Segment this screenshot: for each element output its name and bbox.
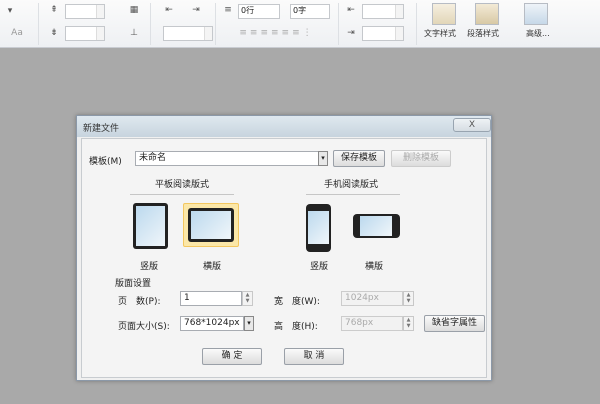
border-icon[interactable]: ⊥ [128,28,140,38]
template-select[interactable]: 未命名 [135,151,319,166]
cancel-button[interactable]: 取 消 [284,348,344,365]
phone-landscape-label: 横版 [365,262,384,272]
spacing-before-input[interactable] [65,4,105,19]
width-input[interactable]: 1024px [341,291,403,306]
spacing-before-icon: ⇞ [50,5,58,15]
width-label: 宽 度(W): [274,297,320,307]
delete-template-button[interactable]: 删除模板 [391,150,451,167]
change-case-button[interactable]: Aa [2,28,32,38]
indent-input[interactable] [163,26,213,41]
template-label: 模板(M) [89,157,122,167]
line-spacing-icon: ≡ [224,5,232,15]
close-button[interactable]: X [453,118,491,132]
height-input[interactable]: 768px [341,316,403,331]
tablet-header: 平板阅读版式 [154,180,209,190]
height-label: 高 度(H): [274,322,318,332]
line-spacing-input[interactable]: 0行 [238,4,280,19]
alignment-icons[interactable]: ≡≡≡≡≡≡⋮ [222,28,332,38]
layout-section-label: 版面设置 [115,279,152,289]
template-dropdown-arrow[interactable]: ▾ [318,151,328,166]
save-template-button[interactable]: 保存模板 [333,150,385,167]
pages-spinner[interactable]: ▲ ▼ [242,291,253,306]
pages-input[interactable]: 1 [180,291,242,306]
phone-portrait-label: 竖版 [310,262,329,272]
phone-header: 手机阅读版式 [323,180,378,190]
advanced-button[interactable]: 高级... [526,28,550,39]
tablet-landscape-label: 横版 [203,262,222,272]
text-style-icon[interactable] [432,3,456,25]
width-spinner[interactable]: ▲ ▼ [403,291,414,306]
shading-icon[interactable]: ▦ [128,5,140,15]
height-spinner[interactable]: ▲ ▼ [403,316,414,331]
char-spacing-input[interactable]: 0字 [290,4,330,19]
indent-icon[interactable]: ⇤ [163,5,175,15]
para-style-icon[interactable] [475,3,499,25]
first-indent-input[interactable] [362,4,404,19]
ribbon-toolbar: ▾ Aa ⇞ ⇟ ▦ ⊥ ⇤ ⇥ ≡ 0行 0字 ≡≡≡≡≡≡⋮ ⇤ ⇥ 文字样… [0,0,600,48]
pages-label: 页 数(P): [118,297,161,307]
page-size-label: 页面大小(S): [118,322,170,332]
dialog-titlebar[interactable]: 新建文件 X [77,116,491,137]
tablet-landscape-option-selected[interactable] [183,203,239,247]
new-file-dialog: 新建文件 X 模板(M) 未命名 ▾ 保存模板 删除模板 平板阅读版式 手机阅读… [76,115,492,381]
tablet-portrait-label: 竖版 [140,262,159,272]
page-size-select[interactable]: 768*1024px [180,316,244,331]
spacing-after-icon: ⇟ [50,28,58,38]
right-indent-icon: ⇥ [347,28,355,38]
spacing-after-input[interactable] [65,26,105,41]
text-style-button[interactable]: 文字样式 [424,28,456,39]
outdent-icon[interactable]: ⇥ [190,5,202,15]
ok-button[interactable]: 确 定 [202,348,262,365]
para-style-button[interactable]: 段落样式 [467,28,499,39]
phone-landscape-option[interactable] [353,214,400,238]
phone-portrait-option[interactable] [306,204,331,252]
dialog-content: 模板(M) 未命名 ▾ 保存模板 删除模板 平板阅读版式 手机阅读版式 竖版 横… [81,138,487,378]
tablet-portrait-option[interactable] [133,203,168,249]
first-indent-icon: ⇤ [347,5,355,15]
font-size-icon[interactable]: ▾ [4,6,16,16]
default-font-button[interactable]: 缺省字属性 [424,315,485,332]
dialog-title: 新建文件 [83,124,120,134]
advanced-icon[interactable] [524,3,548,25]
right-indent-input[interactable] [362,26,404,41]
page-size-dropdown-arrow[interactable]: ▾ [244,316,254,331]
